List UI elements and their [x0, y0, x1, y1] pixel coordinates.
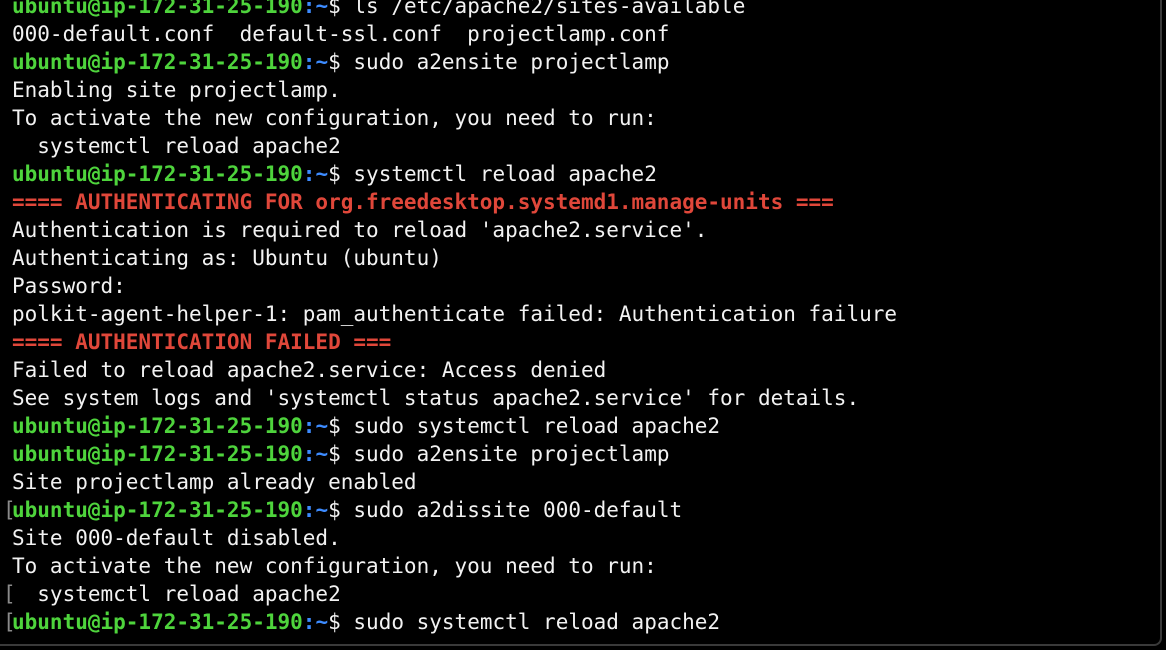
output-line: Enabling site projectlamp. — [12, 76, 1160, 104]
command-text: systemctl reload apache2 — [353, 162, 657, 186]
prompt-line: ubuntu@ip-172-31-25-190:~$ sudo a2ensite… — [12, 48, 1160, 76]
prompt-symbol: $ — [328, 498, 354, 522]
command-text: sudo systemctl reload apache2 — [353, 414, 721, 438]
alert-line: ==== AUTHENTICATION FAILED === — [12, 328, 1160, 356]
command-text: sudo systemctl reload apache2 — [353, 610, 721, 634]
prompt-symbol: $ — [328, 414, 354, 438]
prompt-symbol: $ — [328, 162, 354, 186]
output-text: Site 000-default disabled. — [12, 526, 341, 550]
prompt-separator: : — [302, 162, 316, 186]
prompt-path: ~ — [315, 610, 329, 634]
output-line: Site projectlamp already enabled — [12, 468, 1160, 496]
output-text: Site projectlamp already enabled — [12, 470, 417, 494]
command-text: sudo a2dissite 000-default — [353, 498, 683, 522]
prompt-path: ~ — [315, 162, 329, 186]
output-text: To activate the new configuration, you n… — [12, 554, 657, 578]
prompt-user-host: ubuntu@ip-172-31-25-190 — [12, 162, 303, 186]
output-text: 000-default.conf default-ssl.conf projec… — [12, 22, 670, 46]
command-text: sudo a2ensite projectlamp — [353, 442, 670, 466]
prompt-path: ~ — [315, 442, 329, 466]
prompt-user-host: ubuntu@ip-172-31-25-190 — [12, 50, 303, 74]
output-line: [ systemctl reload apache2 — [3, 580, 1160, 608]
terminal-window[interactable]: ubuntu@ip-172-31-25-190:~$ ls /etc/apach… — [0, 0, 1162, 646]
prompt-user-host: ubuntu@ip-172-31-25-190 — [12, 498, 303, 522]
prompt-separator: : — [302, 0, 316, 18]
prompt-line: ubuntu@ip-172-31-25-190:~$ sudo systemct… — [12, 412, 1160, 440]
alert-text: ==== AUTHENTICATION FAILED === — [12, 330, 392, 354]
prompt-path: ~ — [315, 50, 329, 74]
line-marker-bracket: [ — [3, 610, 16, 634]
output-line: See system logs and 'systemctl status ap… — [12, 384, 1160, 412]
output-text: polkit-agent-helper-1: pam_authenticate … — [12, 302, 898, 326]
output-text: Password: — [12, 274, 126, 298]
output-line: Authenticating as: Ubuntu (ubuntu) — [12, 244, 1160, 272]
prompt-symbol: $ — [328, 610, 354, 634]
terminal-output: ubuntu@ip-172-31-25-190:~$ ls /etc/apach… — [3, 0, 1160, 636]
alert-line: ==== AUTHENTICATING FOR org.freedesktop.… — [12, 188, 1160, 216]
prompt-user-host: ubuntu@ip-172-31-25-190 — [12, 442, 303, 466]
output-text: Enabling site projectlamp. — [12, 78, 341, 102]
prompt-user-host: ubuntu@ip-172-31-25-190 — [12, 0, 303, 18]
command-text: ls /etc/apache2/sites-available — [353, 0, 746, 18]
prompt-separator: : — [302, 498, 316, 522]
prompt-symbol: $ — [328, 442, 354, 466]
output-text: systemctl reload apache2 — [12, 134, 341, 158]
prompt-line: ubuntu@ip-172-31-25-190:~$ ls /etc/apach… — [12, 0, 1160, 20]
prompt-separator: : — [302, 442, 316, 466]
output-text: See system logs and 'systemctl status ap… — [12, 386, 860, 410]
prompt-line: ubuntu@ip-172-31-25-190:~$ sudo a2ensite… — [12, 440, 1160, 468]
output-line: To activate the new configuration, you n… — [12, 104, 1160, 132]
prompt-path: ~ — [315, 498, 329, 522]
prompt-path: ~ — [315, 0, 329, 18]
output-line: 000-default.conf default-ssl.conf projec… — [12, 20, 1160, 48]
prompt-separator: : — [302, 414, 316, 438]
prompt-line: [ubuntu@ip-172-31-25-190:~$ sudo a2dissi… — [3, 496, 1160, 524]
command-text: sudo a2ensite projectlamp — [353, 50, 670, 74]
line-marker-bracket: [ — [3, 582, 16, 606]
output-text: systemctl reload apache2 — [12, 582, 341, 606]
prompt-separator: : — [302, 610, 316, 634]
prompt-user-host: ubuntu@ip-172-31-25-190 — [12, 610, 303, 634]
output-line: Failed to reload apache2.service: Access… — [12, 356, 1160, 384]
output-line: Site 000-default disabled. — [12, 524, 1160, 552]
output-line: Password: — [12, 272, 1160, 300]
prompt-symbol: $ — [328, 0, 354, 18]
output-line: systemctl reload apache2 — [12, 132, 1160, 160]
prompt-symbol: $ — [328, 50, 354, 74]
prompt-path: ~ — [315, 414, 329, 438]
output-text: To activate the new configuration, you n… — [12, 106, 657, 130]
output-text: Authenticating as: Ubuntu (ubuntu) — [12, 246, 442, 270]
line-marker-bracket: [ — [3, 498, 16, 522]
output-text: Failed to reload apache2.service: Access… — [12, 358, 607, 382]
output-text: Authentication is required to reload 'ap… — [12, 218, 708, 242]
prompt-line: ubuntu@ip-172-31-25-190:~$ systemctl rel… — [12, 160, 1160, 188]
alert-text: ==== AUTHENTICATING FOR org.freedesktop.… — [12, 190, 834, 214]
output-line: Authentication is required to reload 'ap… — [12, 216, 1160, 244]
prompt-separator: : — [302, 50, 316, 74]
output-line: polkit-agent-helper-1: pam_authenticate … — [12, 300, 1160, 328]
output-line: To activate the new configuration, you n… — [12, 552, 1160, 580]
prompt-user-host: ubuntu@ip-172-31-25-190 — [12, 414, 303, 438]
prompt-line: [ubuntu@ip-172-31-25-190:~$ sudo systemc… — [3, 608, 1160, 636]
